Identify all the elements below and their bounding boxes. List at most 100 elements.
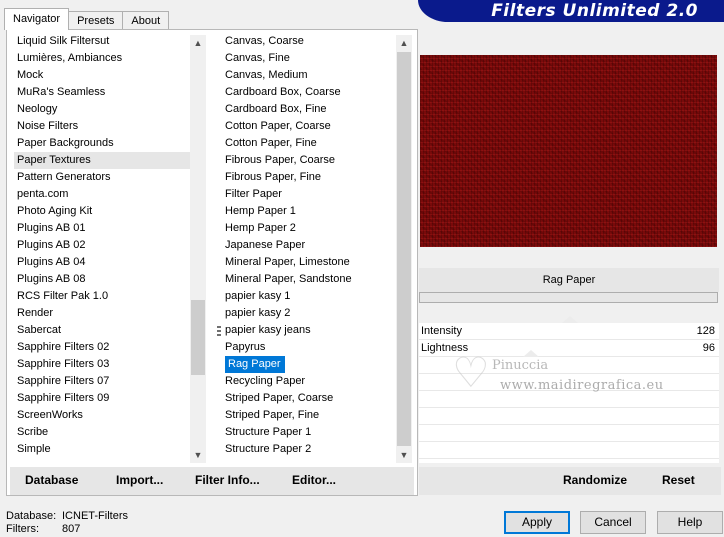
list-item[interactable]: Cardboard Box, Coarse	[222, 84, 412, 101]
filter-info-button[interactable]: Filter Info...	[195, 473, 260, 487]
list-item[interactable]: Sapphire Filters 03	[14, 356, 206, 373]
list-item[interactable]: Mineral Paper, Sandstone	[222, 271, 412, 288]
list-item[interactable]: Lumières, Ambiances	[14, 50, 206, 67]
list-item[interactable]: Pattern Generators	[14, 169, 206, 186]
list-item[interactable]: Cardboard Box, Fine	[222, 101, 412, 118]
filter-list[interactable]: Canvas, Coarse Canvas, Fine Canvas, Medium…	[222, 33, 412, 463]
list-item[interactable]: Mock	[14, 67, 206, 84]
filters-count-label: Filters:	[6, 523, 39, 535]
filter-scrollbar[interactable]: ▲ ▼	[396, 35, 412, 463]
list-item[interactable]: Structure Paper 1	[222, 424, 412, 441]
list-item-label: papier kasy 1	[225, 290, 291, 302]
list-item[interactable]: Simple	[14, 441, 206, 458]
list-item[interactable]: papier kasy jeans	[222, 322, 412, 339]
list-item[interactable]: Sapphire Filters 09	[14, 390, 206, 407]
list-item[interactable]: Filter Paper	[222, 186, 412, 203]
list-item[interactable]: Sapphire Filters 02	[14, 339, 206, 356]
scroll-up-icon[interactable]: ▲	[190, 35, 206, 51]
list-item[interactable]: Sabercat	[14, 322, 206, 339]
list-item[interactable]: Scribe	[14, 424, 206, 441]
randomize-button[interactable]: Randomize	[563, 473, 627, 487]
list-item[interactable]: Cotton Paper, Fine	[222, 135, 412, 152]
list-item[interactable]: Fibrous Paper, Fine	[222, 169, 412, 186]
param-value[interactable]: 128	[697, 325, 715, 337]
scroll-thumb[interactable]	[397, 52, 411, 446]
title-banner: Filters Unlimited 2.0	[418, 0, 724, 22]
tab-navigator[interactable]: Navigator	[4, 8, 70, 30]
list-item[interactable]: Papyrus	[222, 339, 412, 356]
list-item-label: Sabercat	[17, 324, 62, 336]
list-item[interactable]: ScreenWorks	[14, 407, 206, 424]
apply-button[interactable]: Apply	[504, 511, 570, 534]
list-item-label: Hemp Paper 1	[225, 205, 296, 217]
list-item-label: Sapphire Filters 09	[17, 392, 110, 404]
list-item[interactable]: penta.com	[14, 186, 206, 203]
editor-button[interactable]: Editor...	[292, 473, 336, 487]
list-item-label: Canvas, Fine	[225, 52, 290, 64]
list-item-label: Plugins AB 08	[17, 273, 86, 285]
list-item[interactable]: Plugins AB 01	[14, 220, 206, 237]
list-item[interactable]: Render	[14, 305, 206, 322]
list-item[interactable]: Canvas, Medium	[222, 67, 412, 84]
scroll-down-icon[interactable]: ▼	[190, 447, 206, 463]
list-item[interactable]: Rag Paper	[222, 356, 412, 373]
list-item[interactable]: Plugins AB 04	[14, 254, 206, 271]
list-item[interactable]: MuRa's Seamless	[14, 84, 206, 101]
list-item[interactable]: Structure Paper 2	[222, 441, 412, 458]
list-item-label: Cardboard Box, Coarse	[225, 86, 341, 98]
list-item[interactable]: Recycling Paper	[222, 373, 412, 390]
param-value[interactable]: 96	[703, 342, 715, 354]
scroll-up-icon[interactable]: ▲	[396, 35, 412, 51]
list-item[interactable]: Striped Paper, Coarse	[222, 390, 412, 407]
list-item[interactable]: Noise Filters	[14, 118, 206, 135]
list-item[interactable]: Paper Backgrounds	[14, 135, 206, 152]
param-row[interactable]: Intensity 128	[419, 323, 719, 340]
list-item[interactable]: papier kasy 2	[222, 305, 412, 322]
list-item[interactable]: Sapphire Filters 07	[14, 373, 206, 390]
list-item-label: Mineral Paper, Limestone	[225, 256, 350, 268]
list-item[interactable]: Hemp Paper 1	[222, 203, 412, 220]
list-item[interactable]: Striped Paper, Fine	[222, 407, 412, 424]
tab-about[interactable]: About	[122, 11, 170, 30]
tab-presets[interactable]: Presets	[68, 11, 124, 30]
list-item[interactable]: Liquid Silk Filtersut	[14, 33, 206, 50]
list-item-label: Rag Paper	[225, 356, 285, 373]
list-item[interactable]: papier kasy 1	[222, 288, 412, 305]
list-item[interactable]: Neology	[14, 101, 206, 118]
import-button[interactable]: Import...	[116, 473, 163, 487]
category-list[interactable]: Liquid Silk Filtersut Lumières, Ambiances…	[14, 33, 206, 463]
tab-strip: Navigator Presets About	[4, 8, 170, 30]
param-row[interactable]: Lightness 96	[419, 340, 719, 357]
scroll-down-icon[interactable]: ▼	[396, 447, 412, 463]
list-item[interactable]: Paper Textures	[14, 152, 206, 169]
list-item-label: Sapphire Filters 02	[17, 341, 110, 353]
param-row-empty	[419, 374, 719, 391]
list-item-label: penta.com	[17, 188, 69, 200]
list-item[interactable]: Hemp Paper 2	[222, 220, 412, 237]
scroll-thumb[interactable]	[191, 300, 205, 375]
list-item[interactable]: Canvas, Coarse	[222, 33, 412, 50]
list-item[interactable]: RCS Filter Pak 1.0	[14, 288, 206, 305]
list-item-label: Paper Backgrounds	[17, 137, 114, 149]
list-item[interactable]: Canvas, Fine	[222, 50, 412, 67]
category-scrollbar[interactable]: ▲ ▼	[190, 35, 206, 463]
list-item[interactable]: Photo Aging Kit	[14, 203, 206, 220]
param-row-empty	[419, 408, 719, 425]
list-item[interactable]: Japanese Paper	[222, 237, 412, 254]
list-item[interactable]: Cotton Paper, Coarse	[222, 118, 412, 135]
list-item-label: Scribe	[17, 426, 49, 438]
param-row-empty	[419, 391, 719, 408]
list-item[interactable]: Plugins AB 08	[14, 271, 206, 288]
list-item[interactable]: Fibrous Paper, Coarse	[222, 152, 412, 169]
list-item-label: Structure Paper 2	[225, 443, 312, 455]
list-item[interactable]: Plugins AB 02	[14, 237, 206, 254]
database-button[interactable]: Database	[25, 473, 78, 487]
list-item-label: Cardboard Box, Fine	[225, 103, 327, 115]
list-item-label: Sapphire Filters 07	[17, 375, 110, 387]
cancel-button[interactable]: Cancel	[580, 511, 646, 534]
list-item-label: Photo Aging Kit	[17, 205, 93, 217]
help-button[interactable]: Help	[657, 511, 723, 534]
database-value: ICNET-Filters	[62, 510, 128, 522]
list-item[interactable]: Mineral Paper, Limestone	[222, 254, 412, 271]
reset-button[interactable]: Reset	[662, 473, 695, 487]
